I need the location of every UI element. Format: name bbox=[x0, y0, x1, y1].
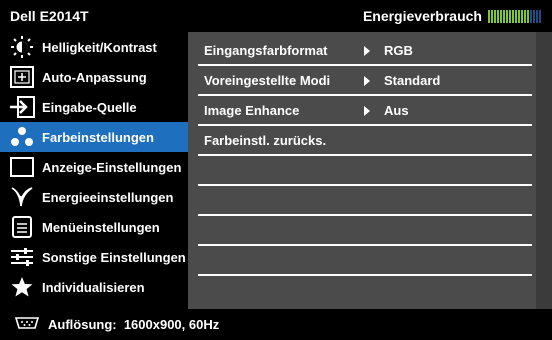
energy-segment bbox=[536, 9, 538, 23]
energy-segment bbox=[491, 9, 493, 23]
display-icon bbox=[8, 155, 36, 179]
sidebar-item-helligkeit-kontrast[interactable]: Helligkeit/Kontrast bbox=[0, 32, 188, 62]
osd-header: Dell E2014T Energieverbrauch bbox=[0, 0, 552, 32]
divider bbox=[198, 64, 532, 66]
arrow-right-icon bbox=[364, 106, 370, 116]
option-value: Aus bbox=[384, 103, 409, 118]
energy-meter: Energieverbrauch bbox=[363, 8, 542, 24]
sidebar-item-eingabe-quelle[interactable]: Eingabe-Quelle bbox=[0, 92, 188, 122]
energy-label: Energieverbrauch bbox=[362, 8, 482, 24]
energy-bar bbox=[488, 9, 542, 23]
monitor-osd: Dell E2014T Energieverbrauch Helligkeit/… bbox=[0, 0, 552, 340]
divider bbox=[198, 184, 532, 186]
energy-segment bbox=[512, 9, 514, 23]
input-source-icon bbox=[8, 95, 36, 119]
divider bbox=[198, 154, 532, 156]
sidebar-item-energieeinstellungen[interactable]: Energieeinstellungen bbox=[0, 182, 188, 212]
energy-segment bbox=[533, 9, 535, 23]
divider bbox=[198, 214, 532, 216]
energy-segment bbox=[509, 9, 511, 23]
osd-sidebar: Helligkeit/Kontrast Auto-Anpassung Einga… bbox=[0, 32, 188, 309]
sidebar-item-label: Menüeinstellungen bbox=[42, 219, 160, 235]
option-eingangsfarbformat[interactable]: Eingangsfarbformat RGB bbox=[198, 38, 536, 64]
panel-edge-strip bbox=[536, 32, 552, 309]
option-voreingestellte-modi[interactable]: Voreingestellte Modi Standard bbox=[198, 68, 536, 94]
sidebar-item-anzeige-einstellungen[interactable]: Anzeige-Einstellungen bbox=[0, 152, 188, 182]
divider bbox=[198, 124, 532, 126]
energy-segment bbox=[497, 9, 499, 23]
arrow-right-icon bbox=[364, 46, 370, 56]
sidebar-item-sonstige-einstellungen[interactable]: Sonstige Einstellungen bbox=[0, 242, 188, 272]
energy-segment bbox=[530, 9, 532, 23]
energy-segment bbox=[527, 9, 529, 23]
sliders-icon bbox=[8, 245, 36, 269]
monitor-model: Dell E2014T bbox=[10, 8, 89, 24]
option-label: Voreingestellte Modi bbox=[204, 73, 331, 88]
option-label: Eingangsfarbformat bbox=[204, 43, 328, 58]
vga-connector-icon bbox=[14, 316, 40, 333]
energy-segment bbox=[494, 9, 496, 23]
sidebar-item-label: Anzeige-Einstellungen bbox=[42, 159, 182, 175]
sidebar-item-farbeinstellungen[interactable]: Farbeinstellungen bbox=[0, 122, 188, 152]
energy-segment bbox=[488, 9, 490, 23]
resolution-info: Auflösung: 1600x900, 60Hz bbox=[48, 317, 220, 332]
color-dots-icon bbox=[8, 125, 36, 149]
option-farbeinstellungen-zuruecksetzen[interactable]: Farbeinstl. zurücks. bbox=[198, 128, 536, 154]
sidebar-item-label: Auto-Anpassung bbox=[42, 69, 147, 85]
option-image-enhance[interactable]: Image Enhance Aus bbox=[198, 98, 536, 124]
submenu-panel: Eingangsfarbformat RGB Voreingestellte M… bbox=[188, 32, 536, 309]
sidebar-item-label: Farbeinstellungen bbox=[42, 129, 154, 145]
auto-adjust-icon bbox=[8, 65, 36, 89]
sidebar-item-label: Sonstige Einstellungen bbox=[42, 249, 186, 265]
energy-segment bbox=[503, 9, 505, 23]
option-label: Image Enhance bbox=[204, 103, 300, 118]
divider bbox=[198, 274, 532, 276]
sidebar-item-label: Helligkeit/Kontrast bbox=[42, 39, 157, 55]
energy-segment bbox=[539, 9, 541, 23]
arrow-right-icon bbox=[364, 76, 370, 86]
energy-segment bbox=[518, 9, 520, 23]
menu-icon bbox=[8, 215, 36, 239]
sidebar-item-individualisieren[interactable]: Individualisieren bbox=[0, 272, 188, 302]
energy-segment bbox=[506, 9, 508, 23]
option-value: Standard bbox=[384, 73, 441, 88]
divider bbox=[198, 244, 532, 246]
option-label: Farbeinstl. zurücks. bbox=[204, 133, 327, 148]
divider bbox=[198, 94, 532, 96]
osd-footer: Auflösung: 1600x900, 60Hz bbox=[0, 309, 552, 340]
star-icon bbox=[8, 275, 36, 299]
option-value: RGB bbox=[384, 43, 413, 58]
sidebar-item-label: Energieeinstellungen bbox=[42, 189, 174, 205]
brightness-icon bbox=[8, 35, 36, 59]
sidebar-item-label: Individualisieren bbox=[42, 279, 145, 295]
energy-segment bbox=[524, 9, 526, 23]
sidebar-item-auto-anpassung[interactable]: Auto-Anpassung bbox=[0, 62, 188, 92]
sidebar-item-label: Eingabe-Quelle bbox=[42, 99, 137, 115]
energy-segment bbox=[521, 9, 523, 23]
sidebar-item-menueinstellungen[interactable]: Menüeinstellungen bbox=[0, 212, 188, 242]
energy-leaf-icon bbox=[8, 185, 36, 209]
energy-segment bbox=[500, 9, 502, 23]
energy-segment bbox=[515, 9, 517, 23]
